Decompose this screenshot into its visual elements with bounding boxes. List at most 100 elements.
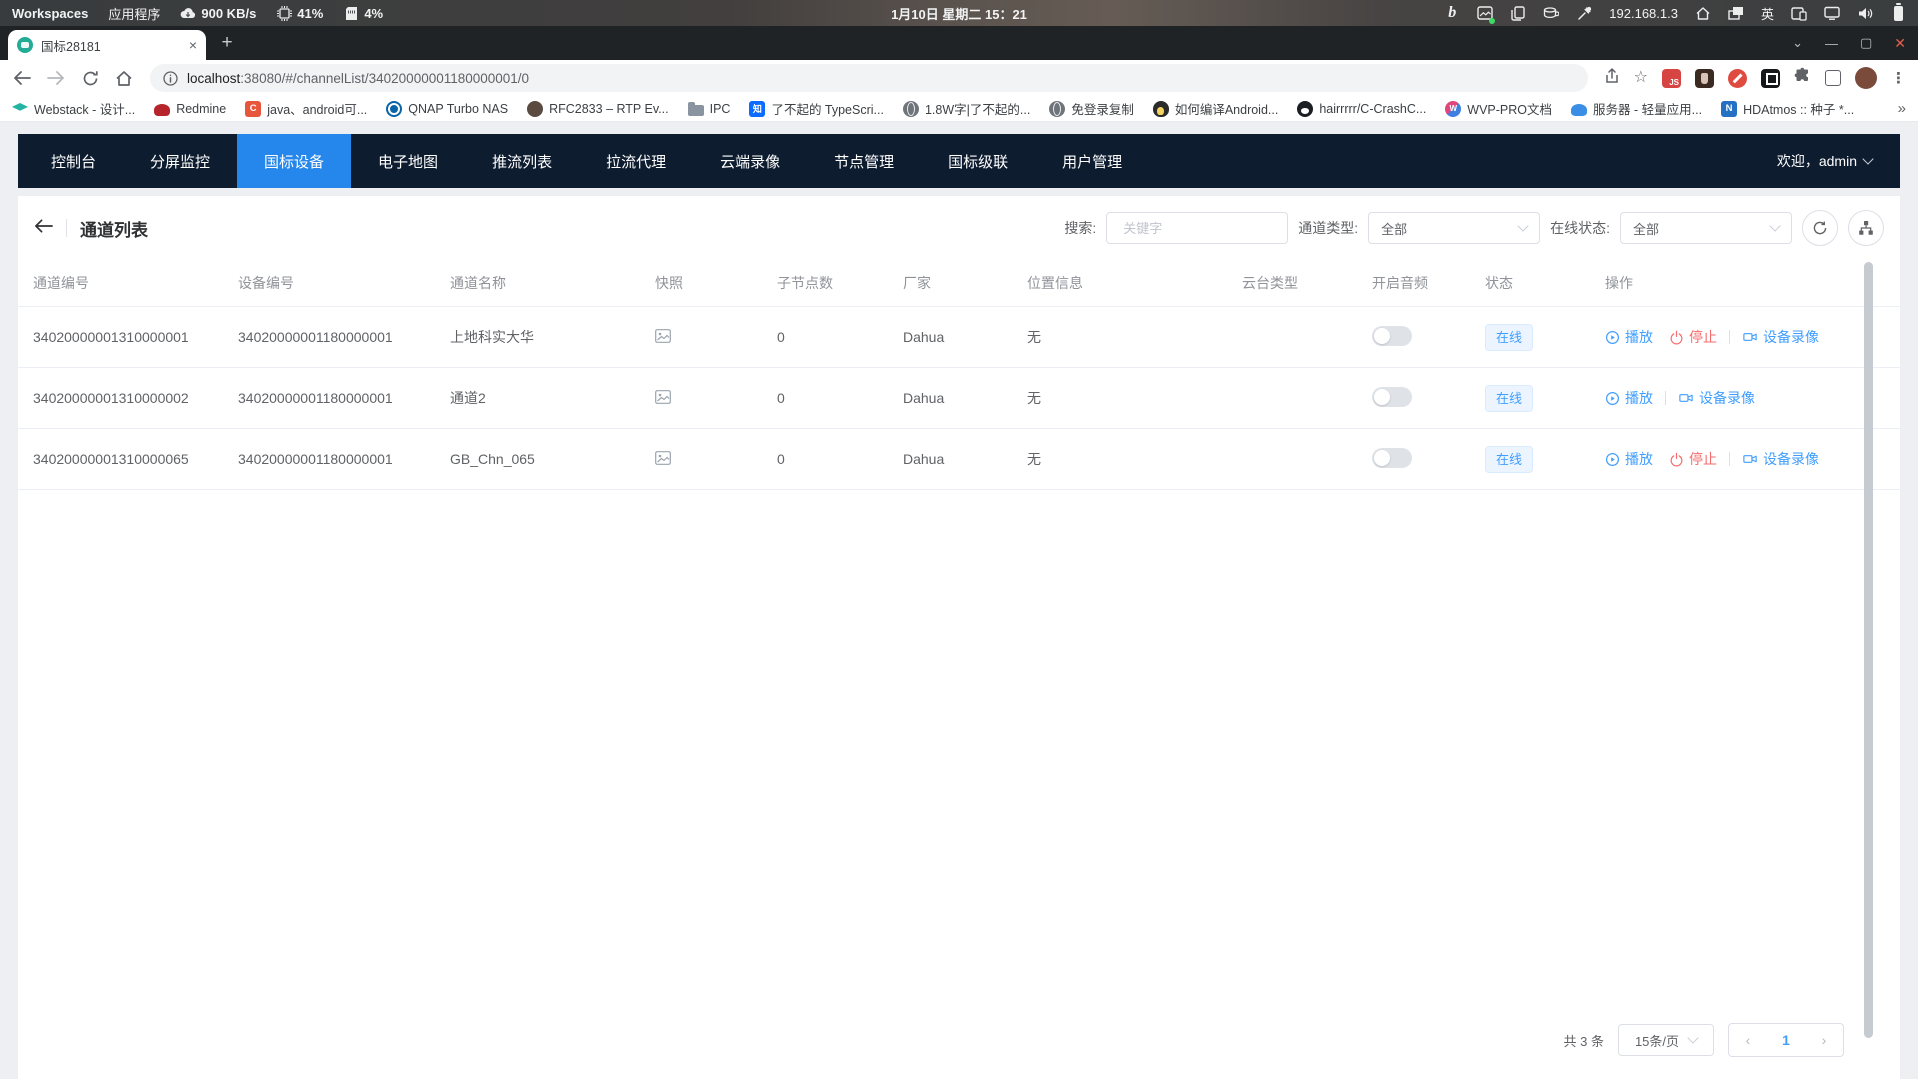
back-button[interactable] (10, 66, 34, 90)
tab-close-icon[interactable]: × (189, 38, 197, 52)
image-placeholder-icon[interactable] (655, 329, 671, 343)
col-status: 状态 (1475, 260, 1595, 307)
clock[interactable]: 1月10日 星期二 15：21 (891, 4, 1027, 23)
stop-button[interactable]: 停止 (1669, 327, 1717, 347)
bing-tray-icon[interactable]: b (1444, 3, 1460, 23)
bookmark-item[interactable]: java、android可... (245, 99, 367, 118)
device-record-button[interactable]: 设备录像 (1742, 449, 1819, 469)
extension-reader-icon[interactable] (1825, 70, 1841, 86)
tab-search-icon[interactable]: ⌄ (1792, 35, 1803, 51)
nav-item-pull-proxy[interactable]: 拉流代理 (579, 134, 693, 188)
search-input[interactable] (1123, 221, 1299, 236)
page-size-select[interactable]: 15条/页 (1618, 1024, 1714, 1056)
workspaces-button[interactable]: Workspaces (12, 6, 88, 21)
close-window-button[interactable]: ✕ (1894, 35, 1906, 52)
play-button[interactable]: 播放 (1605, 327, 1653, 347)
bookmark-item[interactable]: QNAP Turbo NAS (386, 101, 508, 117)
bookmark-item[interactable]: HDAtmos :: 种子 *... (1721, 99, 1854, 118)
nav-item-push-list[interactable]: 推流列表 (465, 134, 579, 188)
extension-darkreader-icon[interactable] (1761, 69, 1780, 88)
audio-toggle[interactable] (1372, 448, 1412, 468)
nav-item-node-manage[interactable]: 节点管理 (807, 134, 921, 188)
windows-tray-icon[interactable] (1728, 3, 1744, 23)
volume-tray-icon[interactable] (1857, 3, 1873, 23)
applications-menu[interactable]: 应用程序 (108, 4, 160, 23)
image-placeholder-icon[interactable] (655, 390, 671, 404)
home-button[interactable] (112, 66, 136, 90)
nav-item-split-screen[interactable]: 分屏监控 (123, 134, 237, 188)
device-id-cell: 34020000001180000001 (228, 368, 440, 429)
share-icon[interactable] (1604, 68, 1620, 89)
browser-tab[interactable]: 国标28181 × (8, 30, 206, 60)
device-record-button[interactable]: 设备录像 (1678, 388, 1755, 408)
play-button[interactable]: 播放 (1605, 388, 1653, 408)
nav-item-gb-cascade[interactable]: 国标级联 (921, 134, 1035, 188)
extension-cocoa-icon[interactable] (1695, 69, 1714, 88)
clipboard-tray-icon[interactable] (1510, 3, 1526, 23)
channel-type-select[interactable]: 全部 (1368, 212, 1540, 244)
site-info-icon[interactable] (163, 71, 178, 86)
cpu-indicator[interactable]: 41% (276, 3, 323, 23)
stop-button[interactable]: 停止 (1669, 449, 1717, 469)
next-page-button[interactable]: › (1805, 1032, 1843, 1048)
device-tree-button[interactable] (1848, 210, 1884, 246)
home-tray-icon[interactable] (1695, 3, 1711, 23)
cloud-download-icon (180, 3, 196, 23)
nav-item-cloud-record[interactable]: 云端录像 (693, 134, 807, 188)
battery-tray-icon[interactable] (1890, 3, 1906, 23)
prev-page-button[interactable]: ‹ (1729, 1032, 1767, 1048)
nav-item-user-manage[interactable]: 用户管理 (1035, 134, 1149, 188)
nav-item-gb-device[interactable]: 国标设备 (237, 134, 351, 188)
forward-button[interactable] (44, 66, 68, 90)
coffee-tray-icon[interactable] (1543, 3, 1559, 23)
nav-item-map[interactable]: 电子地图 (351, 134, 465, 188)
profile-avatar[interactable] (1855, 67, 1877, 89)
extensions-puzzle-icon[interactable] (1794, 67, 1811, 89)
url-bar[interactable]: localhost:38080/#/channelList/3402000000… (150, 64, 1588, 92)
bookmarks-overflow-icon[interactable]: » (1898, 100, 1906, 117)
bookmark-item[interactable]: 如何编译Android... (1153, 99, 1279, 118)
bookmark-item[interactable]: 免登录复制 (1049, 99, 1134, 118)
bookmark-item[interactable]: 服务器 - 轻量应用... (1571, 99, 1702, 118)
snapshot-cell (645, 307, 767, 368)
bookmark-item[interactable]: hairrrrr/C-CrashC... (1297, 101, 1426, 117)
browser-menu-icon[interactable]: ⋮ (1891, 69, 1906, 87)
nav-item-console[interactable]: 控制台 (24, 134, 123, 188)
new-tab-button[interactable]: + (213, 29, 241, 57)
bookmark-item[interactable]: 1.8W字|了不起的... (903, 99, 1030, 118)
screenshot-tray-icon[interactable] (1477, 3, 1493, 23)
refresh-button[interactable] (1802, 210, 1838, 246)
back-arrow-button[interactable] (34, 218, 53, 239)
device-record-button[interactable]: 设备录像 (1742, 327, 1819, 347)
bookmark-item[interactable]: RFC2833 – RTP Ev... (527, 101, 669, 117)
user-menu[interactable]: 欢迎，admin (1777, 134, 1900, 188)
phone-link-tray-icon[interactable] (1791, 3, 1807, 23)
audio-toggle[interactable] (1372, 387, 1412, 407)
net-speed-indicator[interactable]: 900 KB/s (180, 3, 256, 23)
minimize-button[interactable]: — (1825, 36, 1838, 51)
display-tray-icon[interactable] (1824, 3, 1840, 23)
maximize-button[interactable]: ▢ (1860, 35, 1872, 51)
github-favicon-icon (1297, 101, 1313, 117)
input-method-indicator[interactable]: 英 (1761, 4, 1774, 23)
memory-indicator[interactable]: 4% (343, 3, 383, 23)
extension-adblock-icon[interactable] (1728, 69, 1747, 88)
image-placeholder-icon[interactable] (655, 451, 671, 465)
location-cell: 无 (1017, 368, 1232, 429)
reload-button[interactable] (78, 66, 102, 90)
bookmark-item[interactable]: Webstack - 设计... (12, 99, 135, 118)
online-status-select[interactable]: 全部 (1620, 212, 1792, 244)
audio-toggle[interactable] (1372, 326, 1412, 346)
ip-address[interactable]: 192.168.1.3 (1609, 6, 1678, 21)
bookmark-item[interactable]: WVP-PRO文档 (1445, 99, 1552, 118)
bookmark-item[interactable]: 了不起的 TypeScri... (749, 99, 884, 118)
scrollbar-thumb[interactable] (1864, 262, 1873, 1038)
current-page[interactable]: 1 (1767, 1032, 1805, 1048)
play-button[interactable]: 播放 (1605, 449, 1653, 469)
toolbar-icons: ☆ ⋮ (1602, 67, 1908, 89)
extension-js-icon[interactable] (1662, 69, 1681, 88)
bookmark-star-icon[interactable]: ☆ (1634, 70, 1648, 86)
bookmark-item[interactable]: Redmine (154, 102, 226, 116)
bookmark-item[interactable]: IPC (688, 102, 731, 116)
color-picker-tray-icon[interactable] (1576, 3, 1592, 23)
